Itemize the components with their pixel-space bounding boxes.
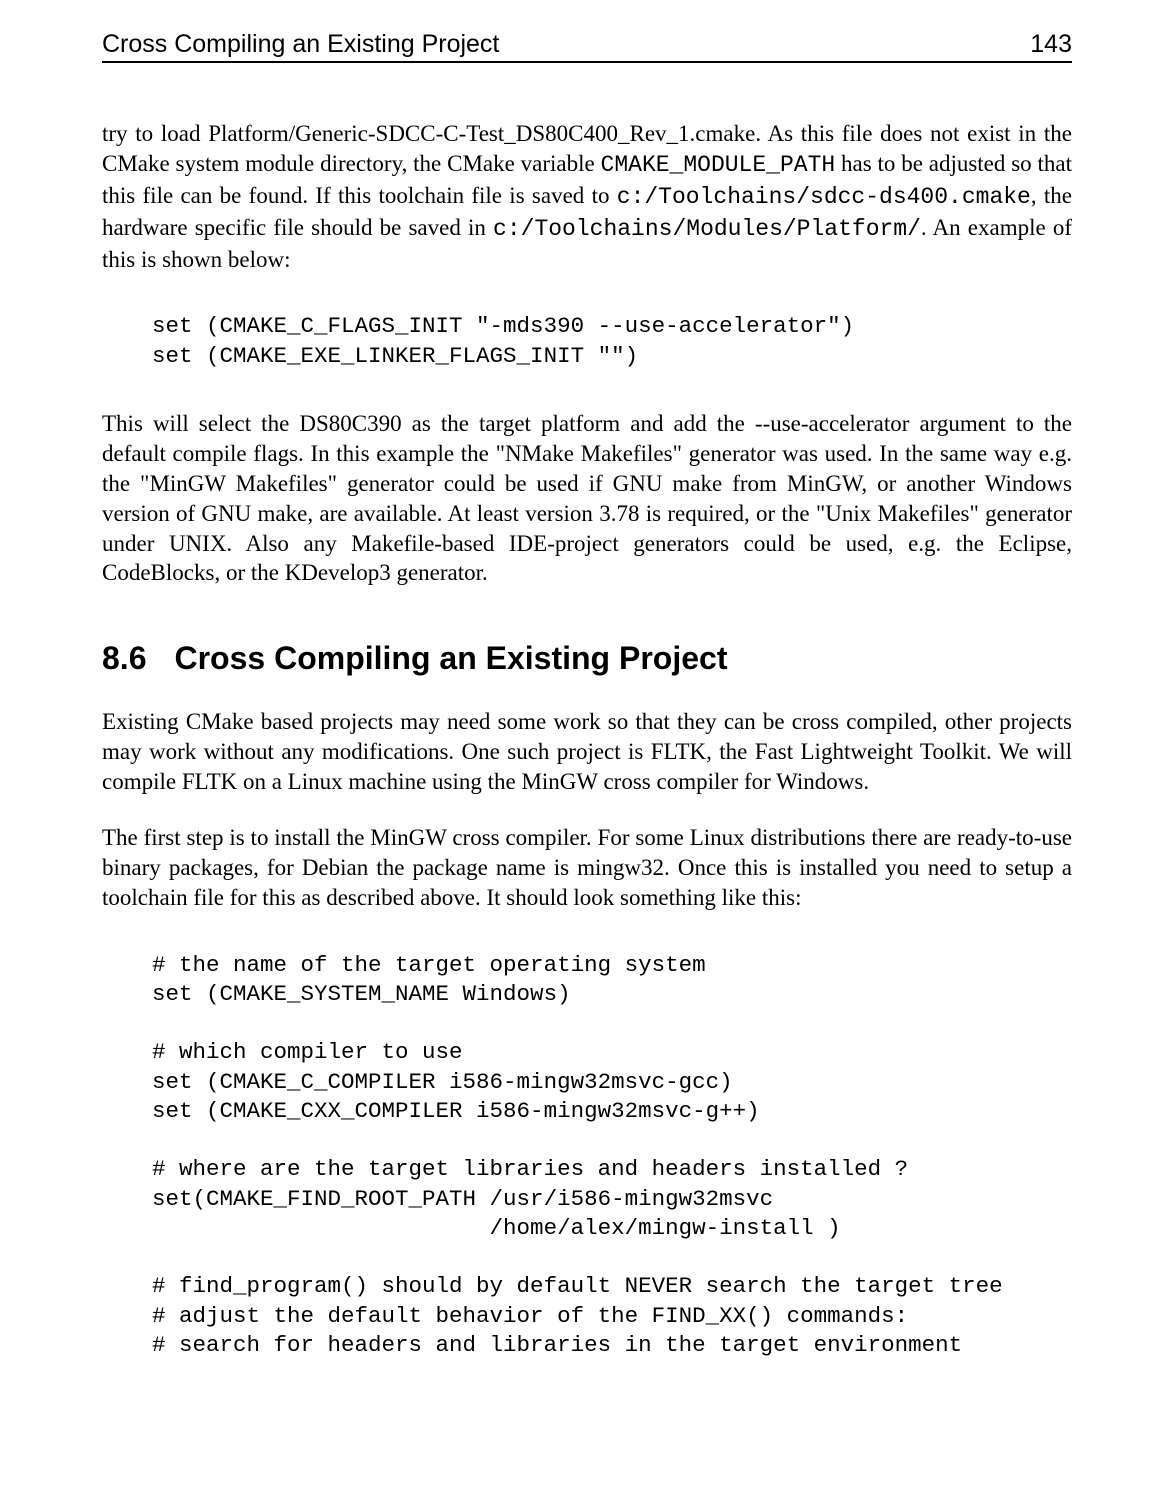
paragraph-ds80c390: This will select the DS80C390 as the tar… [102, 409, 1072, 588]
section-heading: 8.6 Cross Compiling an Existing Project [102, 640, 1072, 677]
section-number: 8.6 [102, 640, 146, 677]
section-title: Cross Compiling an Existing Project [174, 640, 727, 676]
page-header: Cross Compiling an Existing Project 143 [102, 30, 1072, 63]
paragraph-intro: try to load Platform/Generic-SDCC-C-Test… [102, 119, 1072, 274]
code-inline: c:/Toolchains/sdcc-ds400.cmake [617, 184, 1031, 210]
code-block-toolchain: # the name of the target operating syste… [152, 951, 1072, 1361]
header-title: Cross Compiling an Existing Project [102, 30, 499, 59]
page: Cross Compiling an Existing Project 143 … [0, 0, 1162, 1500]
paragraph-mingw-install: The first step is to install the MinGW c… [102, 823, 1072, 913]
code-inline: CMAKE_MODULE_PATH [601, 152, 836, 178]
code-inline: c:/Toolchains/Modules/Platform/ [493, 216, 921, 242]
paragraph-existing-projects: Existing CMake based projects may need s… [102, 707, 1072, 797]
page-number: 143 [1030, 30, 1072, 59]
code-block-flags: set (CMAKE_C_FLAGS_INIT "-mds390 --use-a… [152, 312, 1072, 371]
